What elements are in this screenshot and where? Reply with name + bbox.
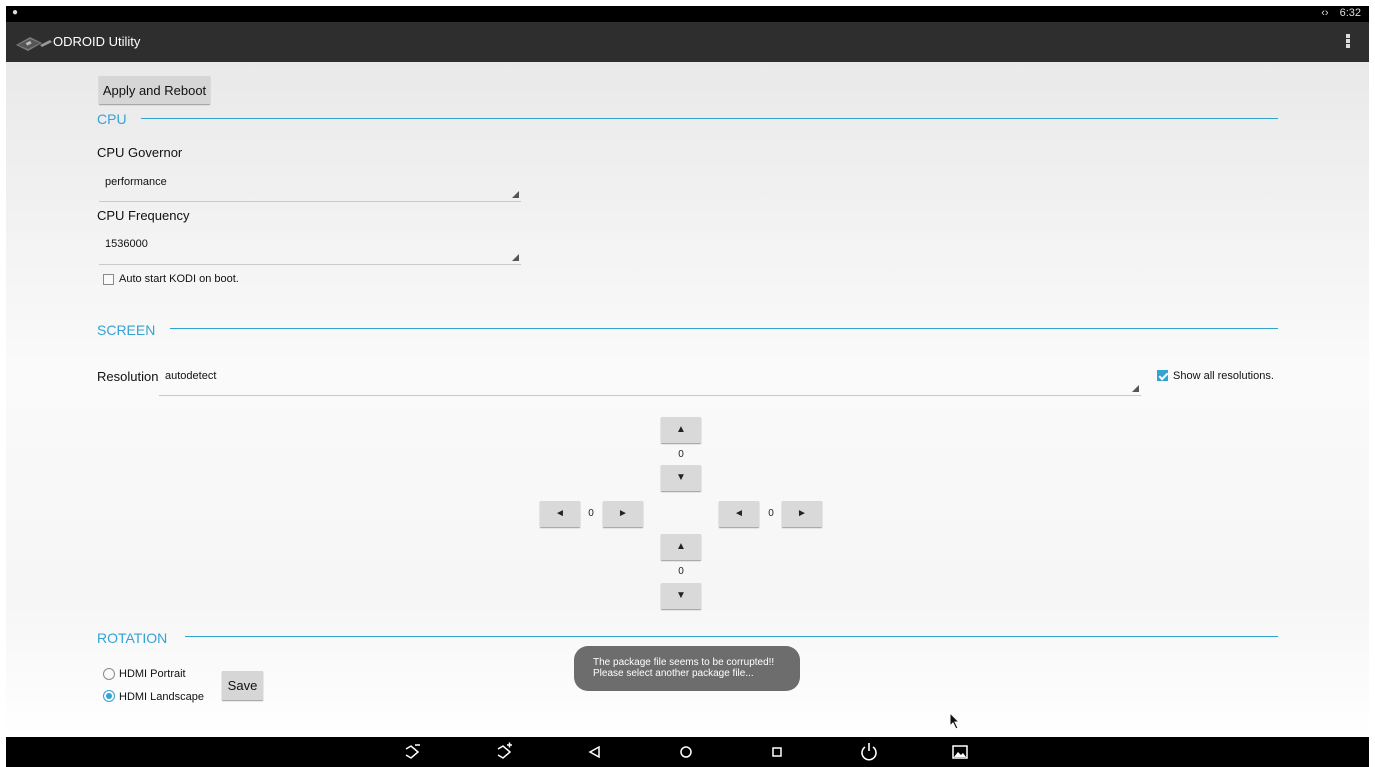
- power-icon[interactable]: [858, 742, 880, 762]
- rotation-section-divider: [185, 636, 1278, 637]
- cpu-section-divider: [141, 118, 1278, 119]
- dropdown-triangle-icon: [512, 191, 519, 198]
- apply-and-reboot-button[interactable]: Apply and Reboot: [99, 76, 210, 104]
- resolution-value: autodetect: [165, 370, 217, 382]
- left-offset-increase-button[interactable]: ►: [603, 501, 643, 527]
- hdmi-landscape-label: HDMI Landscape: [119, 691, 204, 703]
- auto-start-kodi-label: Auto start KODI on boot.: [119, 273, 239, 285]
- toast-line-2: Please select another package file...: [593, 668, 754, 679]
- right-offset-decrease-button[interactable]: ◄: [719, 501, 759, 527]
- back-icon[interactable]: [584, 742, 606, 762]
- left-offset-value: 0: [588, 508, 594, 519]
- volume-down-icon[interactable]: [401, 742, 423, 762]
- action-bar: ODROID Utility: [6, 22, 1369, 62]
- screen-section-title: SCREEN: [97, 322, 156, 338]
- top-offset-value: 0: [678, 449, 684, 460]
- cpu-frequency-value: 1536000: [105, 238, 148, 250]
- bottom-offset-down-button[interactable]: ▼: [661, 583, 701, 609]
- resolution-label: Resolution: [97, 369, 159, 384]
- android-icon: ●: [12, 7, 19, 18]
- cpu-frequency-label: CPU Frequency: [97, 208, 190, 223]
- odroid-board-icon: [16, 37, 52, 51]
- rotation-save-button[interactable]: Save: [222, 671, 263, 700]
- hdmi-landscape-radio[interactable]: [103, 690, 115, 702]
- rotation-section-title: ROTATION: [97, 630, 168, 646]
- cpu-governor-label: CPU Governor: [97, 145, 183, 160]
- show-all-resolutions-checkbox[interactable]: [1157, 370, 1168, 381]
- cpu-governor-spinner[interactable]: performance: [99, 170, 521, 202]
- bottom-offset-value: 0: [678, 566, 684, 577]
- bottom-offset-up-button[interactable]: ▲: [661, 534, 701, 560]
- mouse-cursor-icon: [949, 712, 961, 730]
- top-offset-up-button[interactable]: ▲: [661, 417, 701, 443]
- hdmi-portrait-label: HDMI Portrait: [119, 668, 186, 680]
- home-icon[interactable]: [675, 742, 697, 762]
- overflow-menu-icon[interactable]: [1345, 34, 1351, 50]
- recents-icon[interactable]: [766, 742, 788, 762]
- status-bar-right: ‹› 6:32: [1321, 7, 1361, 19]
- top-offset-down-button[interactable]: ▼: [661, 465, 701, 491]
- sync-icon: ‹›: [1321, 7, 1329, 19]
- left-offset-decrease-button[interactable]: ◄: [540, 501, 580, 527]
- screen-section-divider: [170, 328, 1278, 329]
- resolution-spinner[interactable]: autodetect: [159, 364, 1141, 396]
- clock: 6:32: [1339, 7, 1361, 19]
- toast-line-1: The package file seems to be corrupted!!: [593, 657, 775, 668]
- right-offset-value: 0: [768, 508, 774, 519]
- toast-message: The package file seems to be corrupted!!…: [574, 646, 800, 691]
- dropdown-triangle-icon: [512, 254, 519, 261]
- app-title: ODROID Utility: [53, 34, 141, 49]
- right-offset-increase-button[interactable]: ►: [782, 501, 822, 527]
- dropdown-triangle-icon: [1132, 385, 1139, 392]
- cpu-governor-value: performance: [105, 176, 167, 188]
- cpu-section-title: CPU: [97, 111, 127, 127]
- volume-up-icon[interactable]: [493, 742, 515, 762]
- status-bar: ● ‹› 6:32: [6, 6, 1369, 22]
- navigation-bar: [6, 737, 1369, 767]
- auto-start-kodi-checkbox[interactable]: [103, 274, 114, 285]
- screenshot-icon[interactable]: [949, 742, 971, 762]
- hdmi-portrait-radio[interactable]: [103, 668, 115, 680]
- show-all-resolutions-label: Show all resolutions.: [1173, 370, 1274, 382]
- cpu-frequency-spinner[interactable]: 1536000: [99, 232, 521, 265]
